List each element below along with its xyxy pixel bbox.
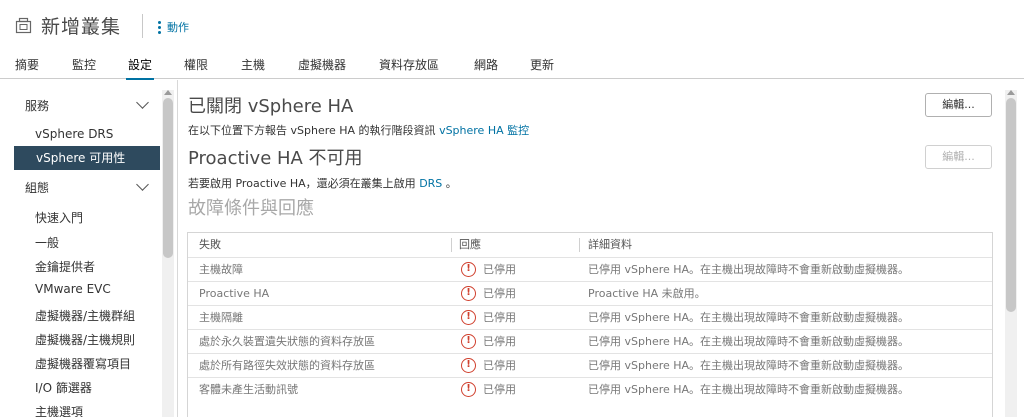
sidebar-item-vsphere-availability[interactable]: vSphere 可用性 [14,146,160,170]
tab-updates[interactable]: 更新 [530,56,554,73]
more-vertical-icon [158,20,161,34]
table-row[interactable]: 處於永久裝置遺失狀態的資料存放區 ! 已停用 已停用 vSphere HA。在主… [188,329,992,353]
tab-vms[interactable]: 虛擬機器 [298,56,346,73]
cell-response: 已停用 [483,311,516,324]
cell-response: 已停用 [483,263,516,276]
section-configuration[interactable]: 組態 [25,179,49,196]
alert-icon: ! [461,262,476,277]
scroll-up-icon[interactable] [1007,90,1015,95]
cell-failure: 主機故障 [199,263,243,276]
proactive-ha-title: Proactive HA 不可用 [188,148,363,169]
tab-hosts[interactable]: 主機 [241,56,265,73]
column-header-failure[interactable]: 失敗 [199,233,221,257]
failures-responses-title: 故障條件與回應 [188,198,314,219]
main-panel: 已關閉 vSphere HA 編輯... 在以下位置下方報告 vSphere H… [179,80,1024,417]
edit-ha-button[interactable]: 編輯... [925,93,992,117]
cell-response: 已停用 [483,383,516,396]
cell-failure: 客體未產生活動訊號 [199,383,298,396]
ha-description-text: 在以下位置下方報告 vSphere HA 的執行階段資訊 [188,124,436,137]
table-row[interactable]: Proactive HA ! 已停用 Proactive HA 未啟用。 [188,281,992,305]
ha-status-title: 已關閉 vSphere HA [188,96,354,117]
cell-details: Proactive HA 未啟用。 [588,287,706,300]
sidebar-item-host-options[interactable]: 主機選項 [35,403,83,417]
sidebar-item-quickstart[interactable]: 快速入門 [35,209,83,226]
proactive-ha-description: 若要啟用 Proactive HA，還必須在叢集上啟用 DRS 。 [188,175,457,191]
cell-response: 已停用 [483,335,516,348]
scroll-up-icon[interactable] [164,90,172,95]
sidebar-item-vmware-evc[interactable]: VMware EVC [35,282,111,296]
alert-icon: ! [461,286,476,301]
cell-response: 已停用 [483,287,516,300]
main-scroll-thumb[interactable] [1006,98,1016,312]
tab-bar: 摘要 監控 設定 權限 主機 虛擬機器 資料存放區 網路 更新 [0,50,1024,81]
column-divider [579,238,580,252]
chevron-down-icon[interactable] [136,178,149,191]
table-row[interactable]: 客體未產生活動訊號 ! 已停用 已停用 vSphere HA。在主機出現故障時不… [188,377,992,401]
cell-details: 已停用 vSphere HA。在主機出現故障時不會重新啟動虛擬機器。 [588,359,910,372]
cell-failure: 主機隔離 [199,311,243,324]
main-scrollbar[interactable] [1005,90,1017,417]
sidebar-scroll-thumb[interactable] [163,98,173,258]
ha-description: 在以下位置下方報告 vSphere HA 的執行階段資訊 vSphere HA … [188,122,529,138]
page-title: 新增叢集 [41,16,122,38]
sidebar-scrollbar[interactable] [162,90,174,417]
drs-link[interactable]: DRS [419,177,442,190]
column-header-response[interactable]: 回應 [459,233,481,257]
cell-details: 已停用 vSphere HA。在主機出現故障時不會重新啟動虛擬機器。 [588,263,910,276]
actions-menu-button[interactable]: 動作 [158,19,189,35]
sidebar-item-general[interactable]: 一般 [35,234,59,251]
table-row[interactable]: 處於所有路徑失效狀態的資料存放區 ! 已停用 已停用 vSphere HA。在主… [188,353,992,377]
cluster-icon [15,17,32,34]
alert-icon: ! [461,310,476,325]
alert-icon: ! [461,358,476,373]
tab-summary[interactable]: 摘要 [15,56,39,73]
cell-details: 已停用 vSphere HA。在主機出現故障時不會重新啟動虛擬機器。 [588,383,910,396]
table-row[interactable]: 主機隔離 ! 已停用 已停用 vSphere HA。在主機出現故障時不會重新啟動… [188,305,992,329]
cell-response: 已停用 [483,359,516,372]
table-row[interactable]: 主機故障 ! 已停用 已停用 vSphere HA。在主機出現故障時不會重新啟動… [188,257,992,281]
sidebar-item-io-filters[interactable]: I/O 篩選器 [35,379,92,396]
cell-failure: Proactive HA [199,287,270,300]
ha-monitor-link[interactable]: vSphere HA 監控 [439,124,529,137]
tab-networks[interactable]: 網路 [474,56,498,73]
tab-datastores[interactable]: 資料存放區 [379,56,439,73]
tab-permissions[interactable]: 權限 [184,56,208,73]
sidebar-item-vsphere-drs[interactable]: vSphere DRS [35,127,113,141]
cell-failure: 處於永久裝置遺失狀態的資料存放區 [199,335,375,348]
tab-configure[interactable]: 設定 [125,56,155,81]
cell-details: 已停用 vSphere HA。在主機出現故障時不會重新啟動虛擬機器。 [588,335,910,348]
header-divider [142,14,143,38]
edit-proactive-ha-button[interactable]: 編輯... [925,145,992,169]
column-divider [451,238,452,252]
cell-details: 已停用 vSphere HA。在主機出現故障時不會重新啟動虛擬機器。 [588,311,910,324]
failures-table: 失敗 回應 詳細資料 主機故障 ! 已停用 已停用 vSphere HA。在主機… [187,232,993,417]
alert-icon: ! [461,334,476,349]
column-header-details[interactable]: 詳細資料 [588,233,632,257]
sidebar-item-key-provider[interactable]: 金鑰提供者 [35,258,95,275]
chevron-down-icon[interactable] [136,96,149,109]
alert-icon: ! [461,382,476,397]
sidebar-item-vm-host-rules[interactable]: 虛擬機器/主機規則 [35,331,135,348]
section-services[interactable]: 服務 [25,97,49,114]
tab-monitor[interactable]: 監控 [72,56,96,73]
sidebar-item-vm-overrides[interactable]: 虛擬機器覆寫項目 [35,355,131,372]
cell-failure: 處於所有路徑失效狀態的資料存放區 [199,359,375,372]
page-header: 新增叢集 動作 [0,0,1024,50]
sidebar-item-vm-host-groups[interactable]: 虛擬機器/主機群組 [35,307,135,324]
proactive-description-text: 若要啟用 Proactive HA，還必須在叢集上啟用 [188,177,416,190]
actions-label: 動作 [167,21,189,34]
proactive-description-suffix: 。 [445,177,457,190]
settings-sidebar: 服務 vSphere DRS vSphere 可用性 組態 快速入門 一般 金鑰… [0,80,178,417]
